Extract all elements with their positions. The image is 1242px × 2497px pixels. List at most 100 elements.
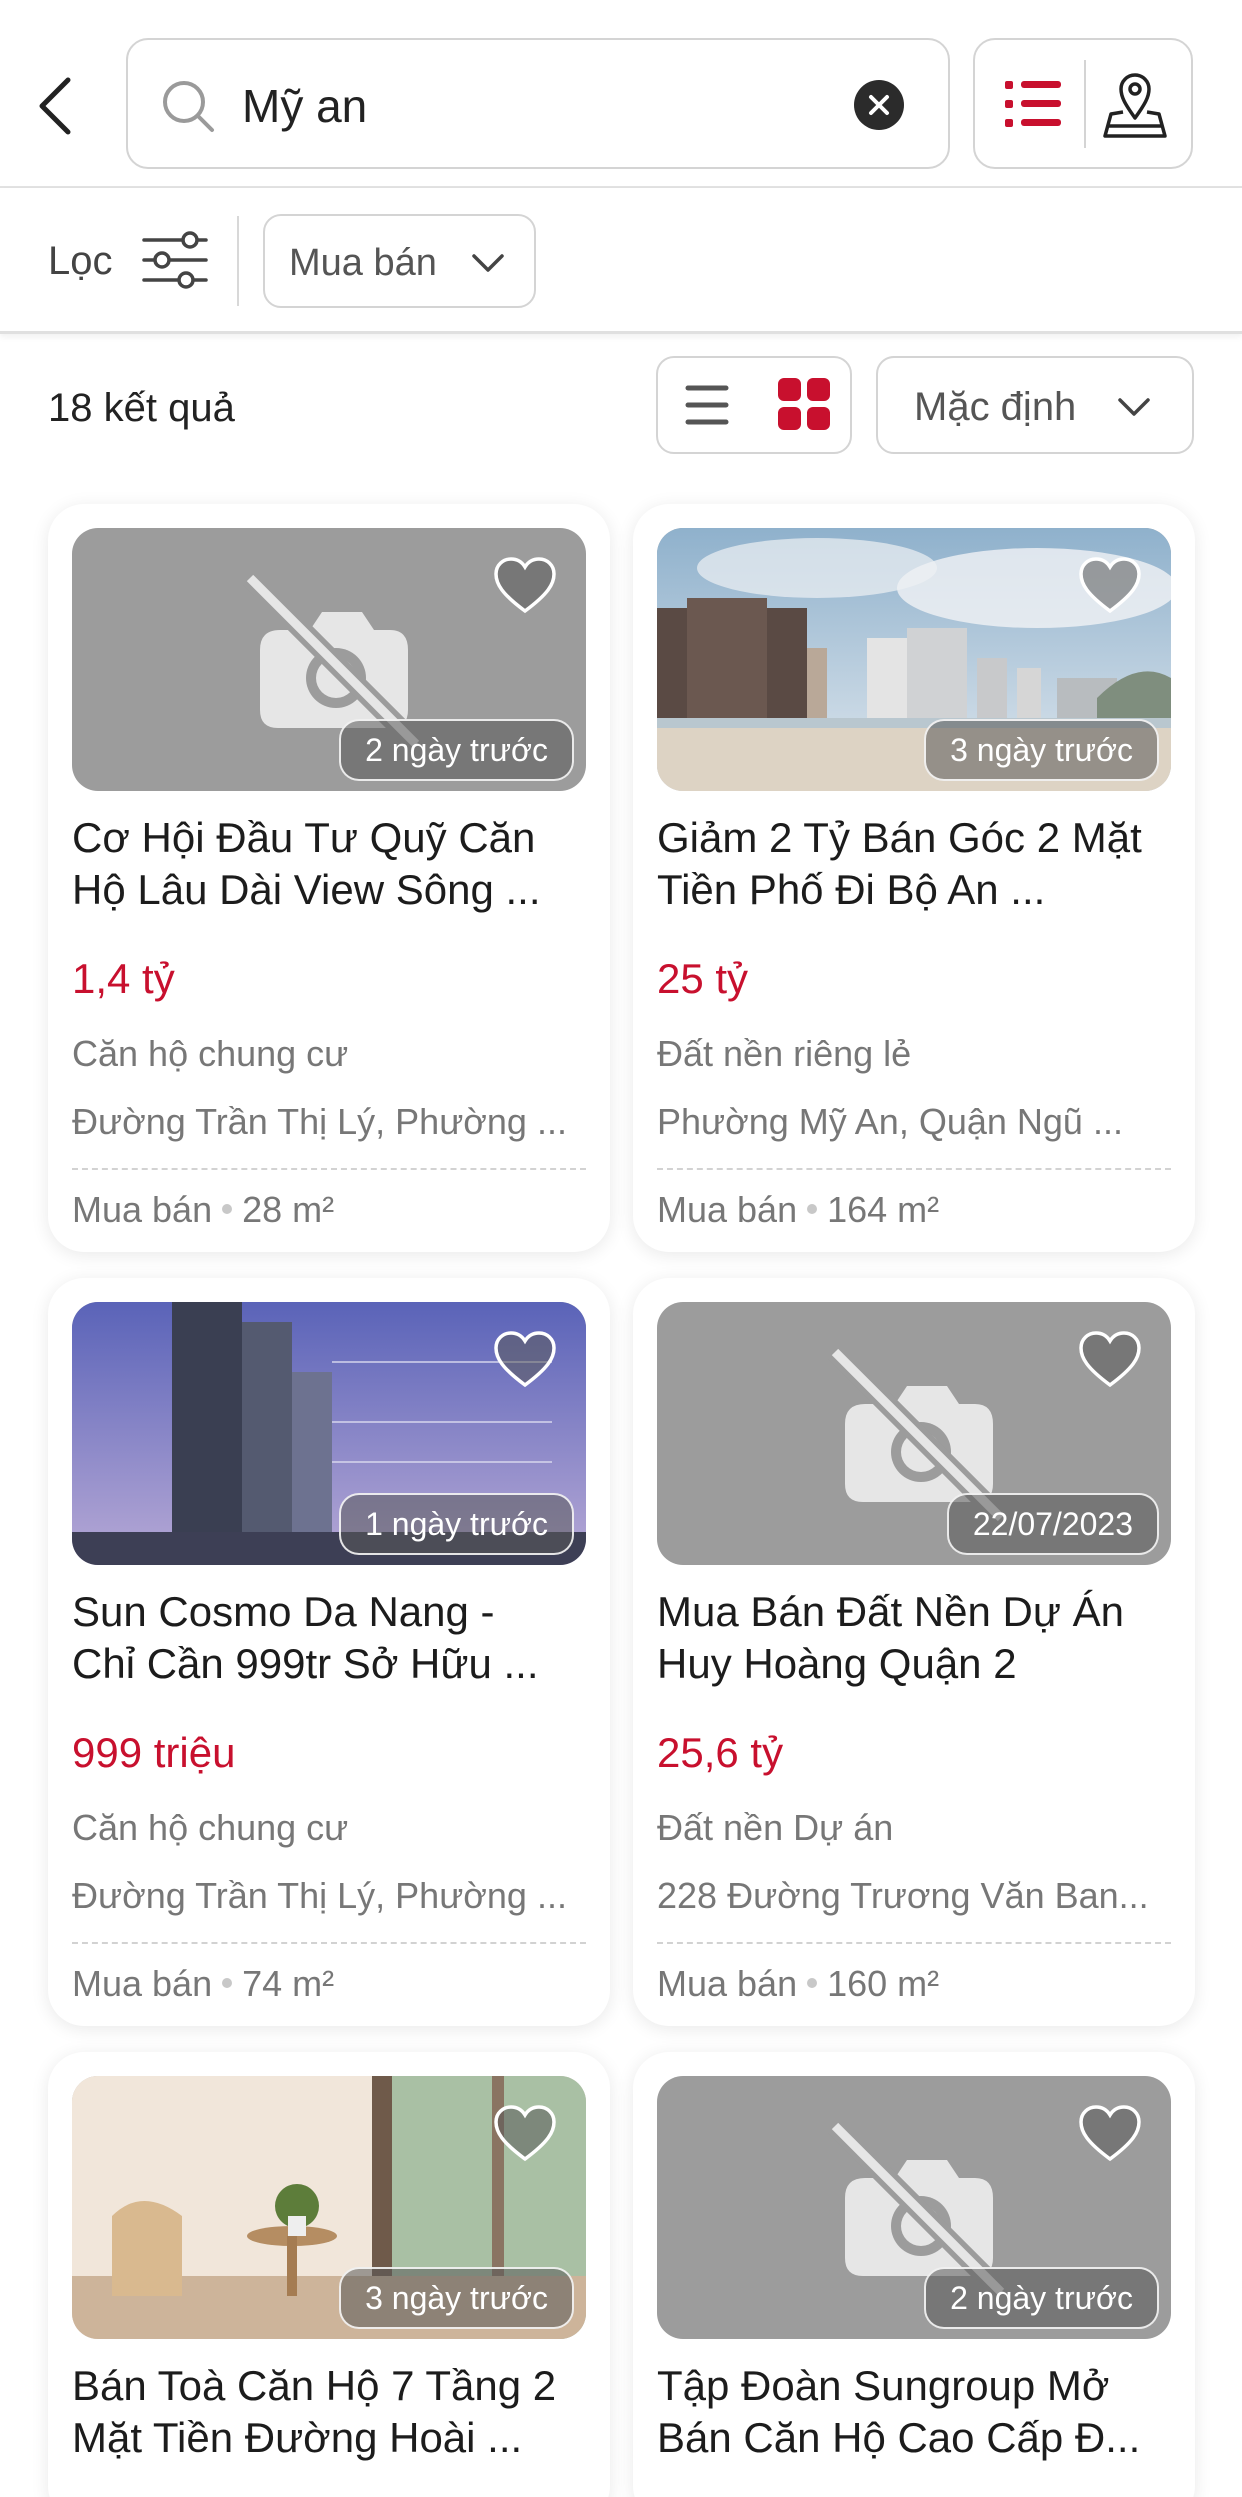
map-pin-icon bbox=[1103, 73, 1167, 138]
listing-card[interactable]: 2 ngày trước Tập Đoàn Sungroup Mở Bán Că… bbox=[633, 2052, 1195, 2497]
listing-address: Đường Trần Thị Lý, Phường ... bbox=[72, 1101, 567, 1142]
divider bbox=[657, 1942, 1171, 1944]
close-icon bbox=[869, 95, 889, 115]
listing-title-line: Tập Đoàn Sungroup Mở bbox=[657, 2362, 1110, 2409]
listing-transaction: Mua bán bbox=[657, 1189, 798, 1230]
listing-title[interactable]: Sun Cosmo Da Nang - Chỉ Cần 999tr Sở Hữu… bbox=[72, 1586, 592, 1690]
transaction-type-dropdown[interactable]: Mua bán bbox=[263, 214, 536, 308]
posted-date-badge: 22/07/2023 bbox=[946, 1493, 1159, 1555]
grid-layout-button[interactable] bbox=[756, 358, 852, 452]
listing-title[interactable]: Cơ Hội Đầu Tư Quỹ Căn Hộ Lâu Dài View Sô… bbox=[72, 812, 592, 916]
listing-address: Đường Trần Thị Lý, Phường ... bbox=[72, 1875, 567, 1916]
filter-bar: Lọc Mua bán bbox=[0, 188, 1242, 334]
divider bbox=[72, 1168, 586, 1170]
listing-category: Đất nền Dự án bbox=[657, 1807, 894, 1848]
listing-image: 2 ngày trước bbox=[657, 2076, 1171, 2339]
search-header: Mỹ an bbox=[0, 0, 1242, 188]
listing-category: Đất nền riêng lẻ bbox=[657, 1033, 912, 1074]
sort-dropdown[interactable]: Mặc định bbox=[876, 356, 1194, 454]
posted-date-badge: 3 ngày trước bbox=[339, 2267, 574, 2329]
divider bbox=[237, 216, 239, 306]
listing-title-line: Bán Căn Hộ Cao Cấp Đ... bbox=[657, 2414, 1141, 2461]
posted-date-badge: 1 ngày trước bbox=[339, 1493, 574, 1555]
listing-title-line: Chỉ Cần 999tr Sở Hữu ... bbox=[72, 1640, 539, 1687]
transaction-type-label: Mua bán bbox=[289, 242, 437, 284]
list-icon bbox=[1005, 81, 1061, 127]
list-layout-button[interactable] bbox=[658, 358, 756, 452]
listing-card[interactable]: 22/07/2023 Mua Bán Đất Nền Dự Án Huy Hoà… bbox=[633, 1278, 1195, 2026]
listing-image: 2 ngày trước bbox=[72, 528, 586, 791]
posted-date-badge: 2 ngày trước bbox=[924, 2267, 1159, 2329]
listing-image: 3 ngày trước bbox=[72, 2076, 586, 2339]
listing-image: 22/07/2023 bbox=[657, 1302, 1171, 1565]
listing-meta: Mua bán 160 m² bbox=[657, 1960, 939, 2008]
listing-price: 999 triệu bbox=[72, 1729, 236, 1776]
listing-title-line: Hộ Lâu Dài View Sông ... bbox=[72, 866, 541, 913]
dot-separator bbox=[807, 1978, 818, 1989]
listing-area: 160 m² bbox=[827, 1963, 940, 2004]
hamburger-icon bbox=[685, 385, 729, 425]
listing-title[interactable]: Giảm 2 Tỷ Bán Góc 2 Mặt Tiền Phố Đi Bộ A… bbox=[657, 812, 1177, 916]
heart-icon[interactable] bbox=[492, 556, 558, 616]
listing-transaction: Mua bán bbox=[72, 1963, 213, 2004]
back-button[interactable] bbox=[30, 66, 82, 146]
listing-meta: Mua bán 164 m² bbox=[657, 1186, 939, 1234]
listing-meta: Mua bán 28 m² bbox=[72, 1186, 334, 1234]
search-icon bbox=[163, 81, 214, 132]
list-view-button[interactable] bbox=[975, 40, 1085, 167]
listing-title-line: Giảm 2 Tỷ Bán Góc 2 Mặt bbox=[657, 814, 1142, 861]
search-input[interactable]: Mỹ an bbox=[242, 74, 367, 138]
clear-search-button[interactable] bbox=[854, 80, 904, 130]
listing-title-line: Bán Toà Căn Hộ 7 Tầng 2 bbox=[72, 2362, 557, 2409]
divider bbox=[72, 1942, 586, 1944]
listing-price: 25 tỷ bbox=[657, 955, 749, 1002]
chevron-down-icon bbox=[472, 254, 504, 272]
listing-title-line: Tiền Phố Đi Bộ An ... bbox=[657, 866, 1046, 913]
filter-label[interactable]: Lọc bbox=[48, 232, 113, 290]
posted-date-badge: 3 ngày trước bbox=[924, 719, 1159, 781]
result-count: 18 kết quả bbox=[48, 386, 235, 430]
dot-separator bbox=[222, 1204, 233, 1215]
listing-title-line: Sun Cosmo Da Nang - bbox=[72, 1588, 495, 1635]
chevron-down-icon bbox=[1118, 398, 1150, 416]
listing-title-line: Mua Bán Đất Nền Dự Án bbox=[657, 1588, 1125, 1635]
listing-title[interactable]: Mua Bán Đất Nền Dự Án Huy Hoàng Quận 2 bbox=[657, 1586, 1177, 1690]
dot-separator bbox=[807, 1204, 818, 1215]
map-view-button[interactable] bbox=[1085, 40, 1193, 167]
listing-card[interactable]: 3 ngày trước Giảm 2 Tỷ Bán Góc 2 Mặt Tiề… bbox=[633, 504, 1195, 1252]
listing-address: Phường Mỹ An, Quận Ngũ ... bbox=[657, 1101, 1123, 1142]
listing-title[interactable]: Tập Đoàn Sungroup Mở Bán Căn Hộ Cao Cấp … bbox=[657, 2360, 1177, 2464]
listing-image: 3 ngày trước bbox=[657, 528, 1171, 791]
listing-area: 74 m² bbox=[242, 1963, 335, 2004]
divider bbox=[657, 1168, 1171, 1170]
heart-icon[interactable] bbox=[492, 2104, 558, 2164]
chevron-left-icon bbox=[39, 77, 71, 135]
view-mode-toggle bbox=[973, 38, 1193, 169]
listing-card[interactable]: 3 ngày trước Bán Toà Căn Hộ 7 Tầng 2 Mặt… bbox=[48, 2052, 610, 2497]
listing-area: 164 m² bbox=[827, 1189, 940, 1230]
heart-icon[interactable] bbox=[1077, 1330, 1143, 1390]
listing-price: 1,4 tỷ bbox=[72, 955, 175, 1002]
heart-icon[interactable] bbox=[1077, 556, 1143, 616]
dot-separator bbox=[222, 1978, 233, 1989]
listing-transaction: Mua bán bbox=[657, 1963, 798, 2004]
listing-category: Căn hộ chung cư bbox=[72, 1807, 349, 1848]
listing-card[interactable]: 2 ngày trước Cơ Hội Đầu Tư Quỹ Căn Hộ Lâ… bbox=[48, 504, 610, 1252]
listing-meta: Mua bán 74 m² bbox=[72, 1960, 334, 2008]
listing-price: 25,6 tỷ bbox=[657, 1729, 784, 1776]
listing-area: 28 m² bbox=[242, 1189, 335, 1230]
listing-title[interactable]: Bán Toà Căn Hộ 7 Tầng 2 Mặt Tiền Đường H… bbox=[72, 2360, 592, 2464]
heart-icon[interactable] bbox=[1077, 2104, 1143, 2164]
grid-icon bbox=[778, 378, 830, 430]
sort-label: Mặc định bbox=[914, 385, 1077, 429]
listing-category: Căn hộ chung cư bbox=[72, 1033, 349, 1074]
listing-transaction: Mua bán bbox=[72, 1189, 213, 1230]
listing-title-line: Huy Hoàng Quận 2 bbox=[657, 1640, 1017, 1687]
search-box[interactable]: Mỹ an bbox=[126, 38, 950, 169]
filter-sliders-icon[interactable] bbox=[140, 226, 210, 294]
heart-icon[interactable] bbox=[492, 1330, 558, 1390]
layout-toggle bbox=[656, 356, 852, 454]
listing-card[interactable]: 1 ngày trước Sun Cosmo Da Nang - Chỉ Cần… bbox=[48, 1278, 610, 2026]
listing-title-line: Mặt Tiền Đường Hoài ... bbox=[72, 2414, 523, 2461]
listing-address: 228 Đường Trương Văn Ban... bbox=[657, 1875, 1149, 1916]
